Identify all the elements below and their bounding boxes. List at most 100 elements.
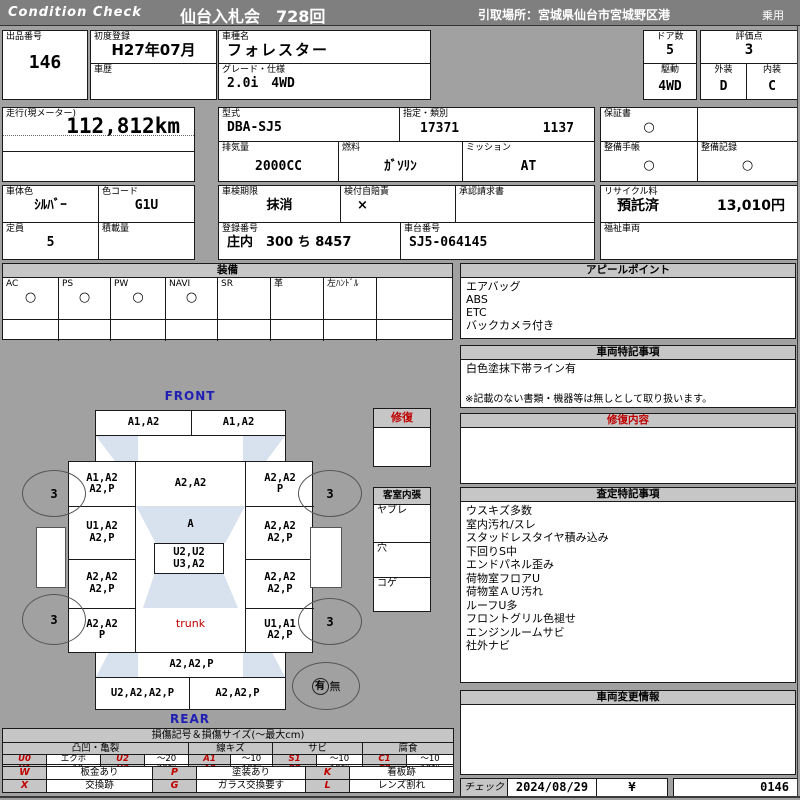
equipment-empty-row xyxy=(3,320,452,341)
legend-size: 〜10 xyxy=(230,754,273,765)
mileage-value: 112,812km xyxy=(66,114,180,138)
legend-code: W xyxy=(2,766,47,780)
transmission-cell: ミッション AT xyxy=(462,141,595,182)
sheet-number: 0146 xyxy=(760,780,789,794)
rear-panel-wedge-left xyxy=(96,653,138,677)
chassis-number-cell: 車台番号 SJ5-064145 xyxy=(400,222,595,260)
equipment-col-sr: SR xyxy=(218,278,271,319)
equipment-mark-navi: ○ xyxy=(185,290,198,305)
page-bottom-rule xyxy=(0,796,800,798)
zone-rear-door-right: A2,A2 A2,P xyxy=(264,571,296,595)
vehicle-category: 乗用 xyxy=(762,9,784,22)
mileage-dotted-divider xyxy=(3,135,194,136)
equipment-col-extra xyxy=(377,278,452,319)
score-value: 3 xyxy=(744,42,754,58)
class-number: 1137 xyxy=(542,121,574,136)
interior-lining-row-burn: コゲ xyxy=(377,578,397,589)
capacity-cell: 定員 5 xyxy=(2,222,99,260)
registration-number-cell: 登録番号 庄内 300 ち 8457 xyxy=(218,222,401,260)
legend-code: C1 xyxy=(362,754,407,765)
interior-grade-label: 内装 xyxy=(762,65,781,75)
zone-front-bumper-right: A1,A2 xyxy=(222,416,255,429)
appeal-item: バックカメラ付き xyxy=(466,319,554,332)
chassis-number-label: 車台番号 xyxy=(404,224,441,234)
mirror-right xyxy=(310,527,342,588)
assessment-item: 室内汚れ/スレ xyxy=(466,517,536,531)
zone-front-door-right: A2,A2 A2,P xyxy=(264,520,296,544)
drive-label: 駆動 xyxy=(660,65,679,75)
spare-tire-indicator: 有 無 xyxy=(292,662,360,710)
fuel-value: ｶﾞｿﾘﾝ xyxy=(384,159,417,174)
zone-hood: A2,A2 xyxy=(174,477,207,490)
interior-lining-row-tear: ヤブレ xyxy=(374,505,430,543)
sheet-number-box: 0146 xyxy=(673,778,798,797)
recycle-fee-label: リサイクル料 xyxy=(604,187,658,197)
capacity-value: 5 xyxy=(46,235,55,250)
front-cowl-wedge-left xyxy=(96,436,138,461)
assessment-item: 荷物室ＡＵ汚れ xyxy=(466,585,543,598)
warranty-label: 保証書 xyxy=(604,109,632,119)
interior-lining-title: 客室内張 xyxy=(374,488,430,505)
type-number: 17371 xyxy=(420,121,460,136)
assessment-notes-title: 査定特記事項 xyxy=(461,488,795,502)
welfare-vehicle-label: 福祉車両 xyxy=(604,224,641,234)
repair-flag-title: 修復 xyxy=(374,409,430,428)
legend-code: L xyxy=(305,779,350,793)
assessment-item: ウスキズ多数 xyxy=(466,504,532,517)
appeal-points-box: アピールポイント エアバッグ ABS ETC バックカメラ付き xyxy=(460,263,796,339)
interior-lining-box: 客室内張 ヤブレ 穴 コゲ xyxy=(373,487,431,612)
change-info-box: 車両変更情報 xyxy=(460,690,796,775)
inspection-expiry-cell: 車検期限 抹消 xyxy=(218,185,341,223)
legend-desc: 看板跡 xyxy=(349,766,454,780)
warranty-spacer-cell xyxy=(697,107,798,142)
approval-request-cell: 承認請求書 xyxy=(455,185,595,223)
legend-size: 〜20 xyxy=(144,754,189,765)
score-cell: 評価点 3 xyxy=(700,30,798,64)
load-capacity-cell: 積載量 xyxy=(98,222,195,260)
drive-cell: 駆動 4WD xyxy=(643,63,697,100)
chassis-number-value: SJ5-064145 xyxy=(409,235,488,250)
insurance-cell: 検付自賠責 × xyxy=(340,185,456,223)
tire-front-left: 3 xyxy=(22,470,86,517)
mirror-left xyxy=(36,527,66,588)
color-code-value: G1U xyxy=(134,198,159,213)
model-name-value: フォレスター xyxy=(227,41,330,59)
capacity-label: 定員 xyxy=(6,224,25,234)
exterior-grade-label: 外装 xyxy=(714,65,733,75)
diagram-front-label: FRONT xyxy=(164,389,216,403)
history-cell: 車歴 xyxy=(90,63,217,100)
grade-value: 2.0i 4WD xyxy=(227,76,295,91)
change-info-title: 車両変更情報 xyxy=(461,691,795,705)
legend-code: X xyxy=(2,779,47,793)
zone-rear-door-left: A2,A2 A2,P xyxy=(86,571,118,595)
zone-front-bumper-left: A1,A2 xyxy=(96,411,192,435)
zone-roof: U2,U2 U3,A2 xyxy=(173,546,205,570)
recycle-status: 預託済 xyxy=(617,198,659,214)
repair-flag-box: 修復 xyxy=(373,408,431,467)
top-bar: Condition Check 仙台入札会 728回 引取場所：宮城県仙台市宮城… xyxy=(0,0,800,26)
first-registration-value: H27年07月 xyxy=(111,41,196,59)
legend-code: U2 xyxy=(100,754,145,765)
tire-rear-right: 3 xyxy=(298,598,362,645)
maintenance-record-label: 整備記録 xyxy=(701,143,738,153)
legend-desc: 塗装あり xyxy=(196,766,306,780)
equipment-mark-pw: ○ xyxy=(132,290,144,305)
grade-cell: グレード・仕様 2.0i 4WD xyxy=(218,63,431,100)
assessment-notes-box: 査定特記事項 ウスキズ多数 室内汚れ/スレ スタッドレスタイヤ積み込み 下回りS… xyxy=(460,487,796,683)
history-label: 車歴 xyxy=(94,65,113,75)
inspection-expiry-label: 車検期限 xyxy=(222,187,259,197)
doors-value: 5 xyxy=(666,43,674,58)
doors-label: ドア数 xyxy=(656,32,684,42)
legend-code: A1 xyxy=(188,754,231,765)
equipment-col-pw: PW ○ xyxy=(111,278,166,319)
registration-number-label: 登録番号 xyxy=(222,224,259,234)
legend-desc: レンズ割れ xyxy=(349,779,454,793)
model-code-label: 型式 xyxy=(222,109,241,119)
legend-code: S1 xyxy=(272,754,317,765)
page-right-rule xyxy=(797,26,798,796)
maintenance-record-cell: 整備記録 ○ xyxy=(697,141,798,182)
vehicle-notes-title: 車両特記事項 xyxy=(461,346,795,360)
insurance-label: 検付自賠責 xyxy=(344,187,390,197)
front-cowl-strip xyxy=(95,435,286,462)
maintenance-record-mark: ○ xyxy=(741,158,754,173)
